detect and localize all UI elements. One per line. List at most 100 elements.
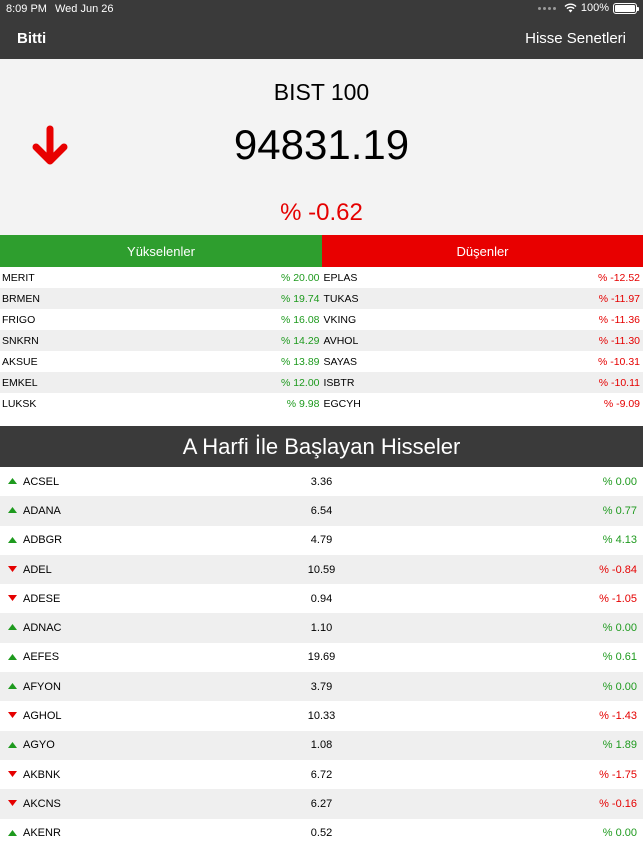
status-bar: 8:09 PM Wed Jun 26 100%: [0, 0, 643, 18]
loser-symbol: ISBTR: [323, 376, 355, 389]
loser-cell[interactable]: TUKAS % -11.97: [322, 293, 643, 305]
gainer-change: % 19.74: [280, 292, 320, 305]
gainer-change: % 9.98: [286, 397, 320, 410]
mover-row[interactable]: AKSUE % 13.89 SAYAS % -10.31: [0, 351, 643, 372]
stock-row[interactable]: ADNAC 1.10% 0.00: [0, 613, 643, 643]
loser-change: % -10.11: [598, 376, 640, 389]
gainer-symbol: LUKSK: [2, 397, 37, 410]
loser-change: % -11.30: [598, 334, 640, 347]
loser-symbol: SAYAS: [323, 355, 357, 368]
loser-cell[interactable]: AVHOL % -11.30: [322, 335, 643, 347]
signal-icon: [537, 6, 556, 10]
loser-change: % -11.36: [598, 313, 640, 326]
loser-symbol: VKING: [323, 313, 357, 326]
status-time: 8:09 PM: [6, 3, 47, 15]
loser-symbol: EGCYH: [323, 397, 361, 410]
stock-change: % 0.00: [602, 680, 637, 693]
loser-symbol: AVHOL: [323, 334, 359, 347]
mover-row[interactable]: LUKSK % 9.98 EGCYH % -9.09: [0, 393, 643, 414]
gainer-change: % 20.00: [280, 271, 320, 284]
stock-price: 0.94: [310, 592, 333, 605]
stock-change: % 0.77: [602, 504, 637, 517]
stock-row[interactable]: ADANA 6.54% 0.77: [0, 496, 643, 526]
mover-row[interactable]: SNKRN % 14.29 AVHOL % -11.30: [0, 330, 643, 351]
stock-price: 6.72: [310, 768, 333, 781]
stock-list: ACSEL 3.36% 0.00 ADANA 6.54% 0.77 ADBGR 4.79%…: [0, 467, 643, 848]
battery-icon: [613, 2, 639, 14]
stock-price: 0.52: [310, 827, 333, 840]
stock-price: 10.59: [307, 563, 336, 576]
gainer-symbol: BRMEN: [2, 292, 40, 305]
gainer-change: % 14.29: [280, 334, 320, 347]
wifi-icon: [564, 3, 577, 13]
loser-change: % -12.52: [597, 271, 640, 284]
gainer-change: % 13.89: [280, 355, 320, 368]
stock-change: % 1.89: [602, 739, 637, 752]
loser-cell[interactable]: VKING % -11.36: [322, 314, 643, 326]
loser-cell[interactable]: ISBTR % -10.11: [322, 377, 643, 389]
done-button[interactable]: Bitti: [17, 30, 46, 47]
stock-price: 6.54: [310, 504, 333, 517]
gainer-symbol: FRIGO: [2, 313, 36, 326]
loser-cell[interactable]: EGCYH % -9.09: [322, 398, 643, 410]
loser-symbol: TUKAS: [323, 292, 359, 305]
stock-change: % -1.43: [599, 710, 637, 723]
movers-header: Yükselenler Düşenler: [0, 235, 643, 267]
gainer-cell[interactable]: BRMEN % 19.74: [0, 293, 322, 305]
stock-price: 3.36: [310, 475, 333, 488]
stock-change: % 0.00: [602, 475, 637, 488]
gainer-cell[interactable]: EMKEL % 12.00: [0, 377, 322, 389]
tab-gainers[interactable]: Yükselenler: [0, 235, 322, 267]
battery-percent: 100%: [580, 2, 609, 14]
stock-change: % 0.00: [602, 622, 637, 635]
index-panel: BIST 100 94831.19 % -0.62: [0, 59, 643, 235]
section-title: A Harfi İle Başlayan Hisseler: [0, 426, 643, 467]
stock-row[interactable]: ACSEL 3.36% 0.00: [0, 467, 643, 496]
index-change: % -0.62: [280, 199, 363, 226]
stock-change: % -0.84: [599, 563, 637, 576]
stock-row[interactable]: ADEL 10.59% -0.84: [0, 554, 643, 585]
gainer-cell[interactable]: MERIT % 20.00: [0, 272, 322, 284]
mover-row[interactable]: EMKEL % 12.00 ISBTR % -10.11: [0, 372, 643, 393]
gainer-change: % 16.08: [280, 313, 320, 326]
stock-change: % -1.05: [599, 592, 637, 605]
index-value: 94831.19: [233, 121, 410, 168]
stock-row[interactable]: AGYO 1.08% 1.89: [0, 730, 643, 760]
gainer-cell[interactable]: FRIGO % 16.08: [0, 314, 322, 326]
stock-row[interactable]: AKBNK 6.72% -1.75: [0, 760, 643, 789]
stock-change: % 0.00: [602, 827, 637, 840]
stock-price: 1.08: [310, 739, 333, 752]
stock-change: % 4.13: [602, 534, 637, 547]
mover-row[interactable]: FRIGO % 16.08 VKING % -11.36: [0, 309, 643, 330]
stock-change: % -0.16: [599, 797, 637, 810]
status-right: 100%: [537, 2, 639, 14]
stock-change: % 0.61: [602, 651, 637, 664]
stock-price: 6.27: [310, 797, 333, 810]
loser-change: % -11.97: [598, 292, 640, 305]
gainer-cell[interactable]: AKSUE % 13.89: [0, 356, 322, 368]
stock-row[interactable]: AFYON 3.79% 0.00: [0, 672, 643, 702]
loser-cell[interactable]: EPLAS % -12.52: [322, 272, 643, 284]
mover-row[interactable]: MERIT % 20.00 EPLAS % -12.52: [0, 267, 643, 288]
mover-row[interactable]: BRMEN % 19.74 TUKAS % -11.97: [0, 288, 643, 309]
gainer-change: % 12.00: [280, 376, 320, 389]
stock-row[interactable]: AGHOL 10.33% -1.43: [0, 701, 643, 730]
nav-bar: Bitti Hisse Senetleri: [0, 18, 643, 59]
stock-row[interactable]: AEFES 19.69% 0.61: [0, 643, 643, 672]
gainer-cell[interactable]: SNKRN % 14.29: [0, 335, 322, 347]
loser-change: % -10.31: [597, 355, 640, 368]
stock-row[interactable]: AKENR 0.52% 0.00: [0, 819, 643, 848]
gainer-symbol: SNKRN: [2, 334, 39, 347]
loser-cell[interactable]: SAYAS % -10.31: [322, 356, 643, 368]
tab-losers[interactable]: Düşenler: [322, 235, 643, 267]
stock-row[interactable]: AKCNS 6.27% -0.16: [0, 789, 643, 819]
gainer-cell[interactable]: LUKSK % 9.98: [0, 398, 322, 410]
stock-price: 1.10: [310, 622, 333, 635]
stock-row[interactable]: ADESE 0.94% -1.05: [0, 584, 643, 613]
stock-row[interactable]: ADBGR 4.79% 4.13: [0, 526, 643, 555]
stock-price: 4.79: [310, 534, 333, 547]
stock-price: 19.69: [307, 651, 336, 664]
loser-change: % -9.09: [603, 397, 640, 410]
stock-price: 10.33: [307, 710, 336, 723]
loser-symbol: EPLAS: [323, 271, 358, 284]
